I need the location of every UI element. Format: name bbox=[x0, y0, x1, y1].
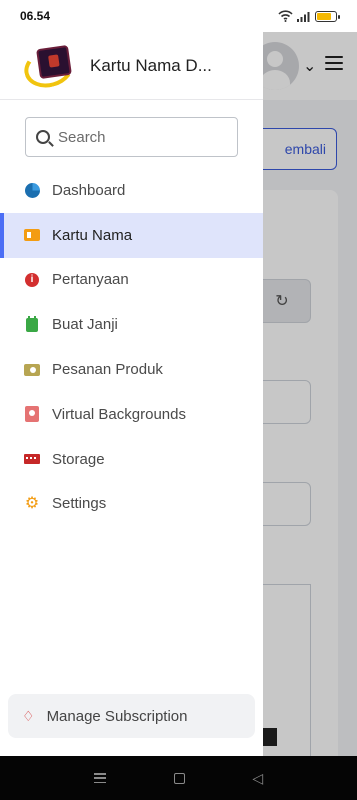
sidebar-item-label: Settings bbox=[52, 495, 107, 513]
status-icons bbox=[278, 10, 340, 22]
id-badge-icon bbox=[24, 406, 40, 423]
sidebar-item-storage[interactable]: Storage bbox=[0, 437, 263, 482]
app-title: Kartu Nama D... bbox=[90, 55, 212, 75]
battery-level bbox=[317, 12, 332, 20]
info-icon: i bbox=[24, 272, 40, 288]
sidebar-item-label: Dashboard bbox=[52, 181, 126, 199]
sidebar-item-pertanyaan[interactable]: i Pertanyaan bbox=[0, 258, 263, 303]
memory-icon bbox=[24, 451, 40, 467]
sidebar-item-label: Pesanan Produk bbox=[52, 361, 163, 379]
pie-chart-icon bbox=[24, 182, 40, 198]
status-bar: 06.54 bbox=[0, 0, 357, 32]
sidebar-item-dashboard[interactable]: Dashboard bbox=[0, 168, 263, 213]
signal-icon bbox=[297, 11, 310, 22]
search-box[interactable] bbox=[25, 117, 238, 157]
sidebar-item-label: Storage bbox=[52, 450, 105, 468]
navigation-drawer: Kartu Nama D... Dashboard Kartu Nama i P… bbox=[0, 32, 263, 756]
manage-subscription-button[interactable]: ♢ Manage Subscription bbox=[8, 694, 255, 738]
sidebar-item-settings[interactable]: ⚙ Settings bbox=[0, 482, 263, 527]
sidebar-item-label: Pertanyaan bbox=[52, 271, 129, 289]
home-button[interactable] bbox=[173, 772, 185, 784]
system-navigation-bar: ◁ bbox=[0, 756, 357, 800]
sidebar-item-virtual-backgrounds[interactable]: Virtual Backgrounds bbox=[0, 392, 263, 437]
back-nav-button[interactable]: ◁ bbox=[252, 770, 263, 787]
manage-subscription-label: Manage Subscription bbox=[46, 707, 188, 725]
sidebar-item-label: Virtual Backgrounds bbox=[52, 405, 186, 423]
recent-apps-button[interactable] bbox=[93, 773, 106, 783]
wifi-icon bbox=[278, 10, 293, 22]
calendar-icon bbox=[24, 315, 40, 333]
sidebar-item-kartu-nama[interactable]: Kartu Nama bbox=[0, 212, 263, 258]
sidebar-item-buat-janji[interactable]: Buat Janji bbox=[0, 302, 263, 347]
sidebar-item-label: Kartu Nama bbox=[52, 226, 133, 244]
sidebar-item-pesanan-produk[interactable]: Pesanan Produk bbox=[0, 347, 263, 392]
app-logo bbox=[19, 42, 79, 93]
sidebar-menu: Dashboard Kartu Nama i Pertanyaan Buat J… bbox=[0, 168, 263, 526]
sidebar-item-label: Buat Janji bbox=[52, 316, 118, 334]
status-time: 06.54 bbox=[20, 9, 51, 23]
battery-icon bbox=[315, 10, 340, 22]
search-icon bbox=[36, 130, 50, 144]
drawer-header: Kartu Nama D... bbox=[0, 32, 263, 100]
gem-icon: ♢ bbox=[22, 707, 35, 724]
id-card-icon bbox=[24, 227, 40, 243]
gear-icon: ⚙ bbox=[24, 494, 40, 512]
money-icon bbox=[24, 362, 40, 378]
search-input[interactable] bbox=[58, 128, 228, 146]
drawer-scrim[interactable] bbox=[263, 32, 357, 756]
